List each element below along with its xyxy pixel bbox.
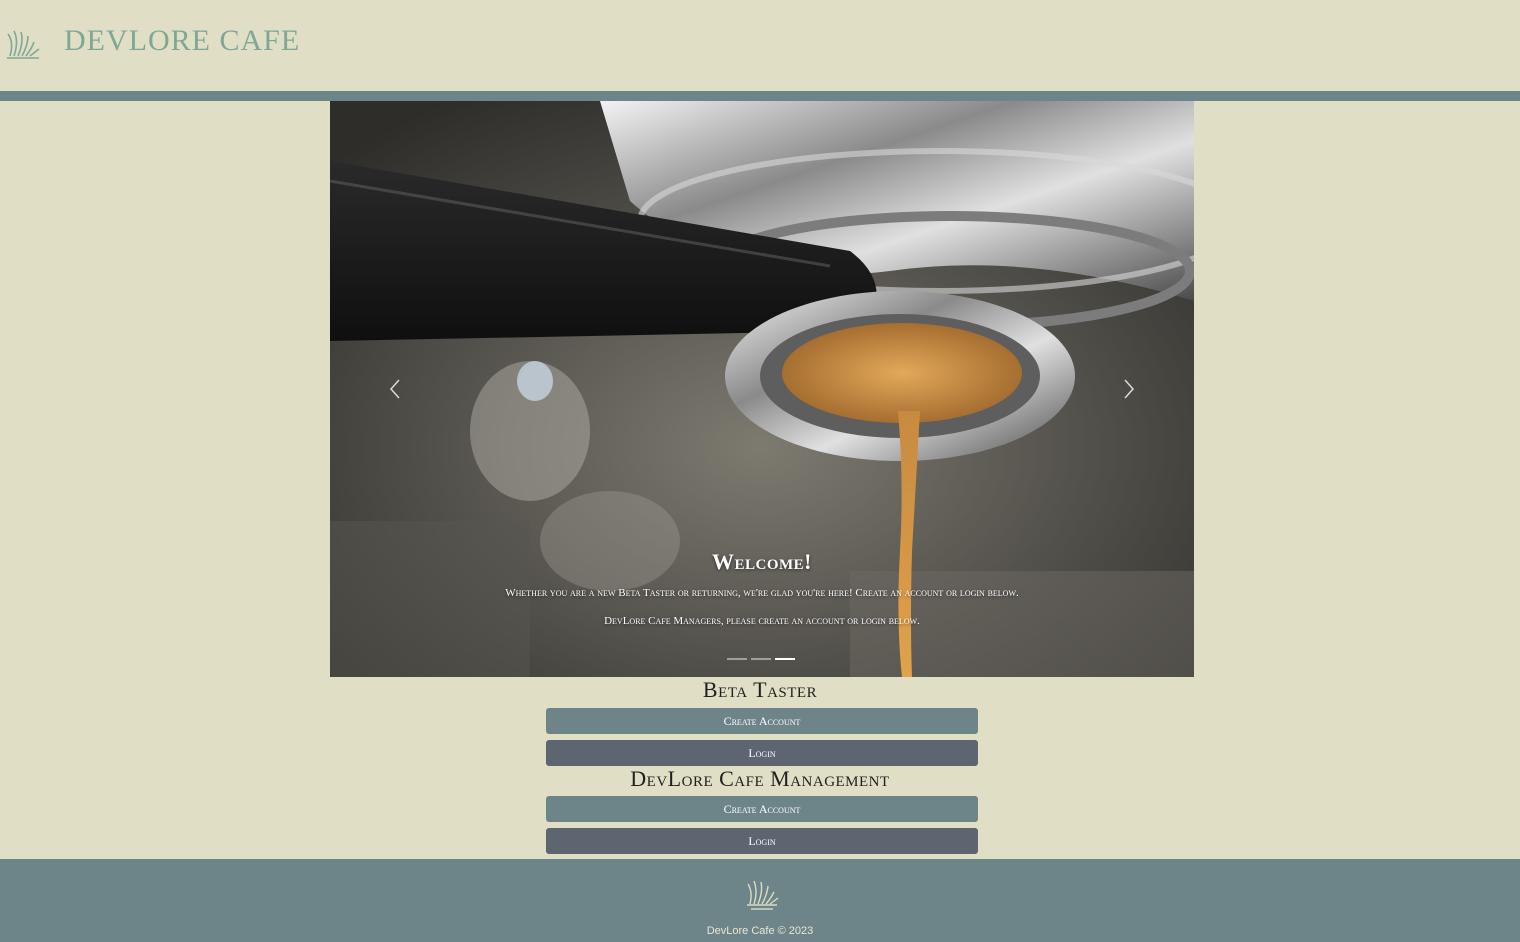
carousel-caption: Welcome! Whether you are a new Beta Tast… [460,549,1064,641]
beta-login-button[interactable]: Login [546,740,978,766]
site-header: DevLore Cafe [0,0,1520,91]
devlore-footer-logo-icon [747,880,779,910]
carousel-indicator-1[interactable] [727,658,747,660]
management-create-account-button[interactable]: Create Account [546,796,978,822]
slide-text-beta: Whether you are a new Beta Taster or ret… [505,587,1019,599]
slide-text-managers: DevLore Cafe Managers, please create an … [604,615,920,627]
management-heading: DevLore Cafe Management [630,766,890,791]
carousel-indicator-3[interactable] [775,658,795,660]
header-divider [0,91,1520,101]
management-login-button[interactable]: Login [546,828,978,854]
carousel-next-button[interactable] [1113,373,1145,405]
beta-taster-heading: Beta Taster [702,677,818,702]
chevron-right-icon [1124,379,1135,399]
carousel-indicators [727,658,795,662]
welcome-carousel: Welcome! Whether you are a new Beta Tast… [330,101,1194,677]
carousel-prev-button[interactable] [379,373,411,405]
site-footer: DevLore Cafe © 2023 [0,859,1520,942]
slide-title: Welcome! [712,549,812,574]
footer-copyright: DevLore Cafe © 2023 [706,925,814,937]
brand-name[interactable]: DevLore Cafe [64,24,300,58]
beta-create-account-button[interactable]: Create Account [546,708,978,734]
devlore-logo-icon[interactable] [4,28,42,62]
chevron-left-icon [389,379,400,399]
carousel-indicator-2[interactable] [751,658,771,660]
